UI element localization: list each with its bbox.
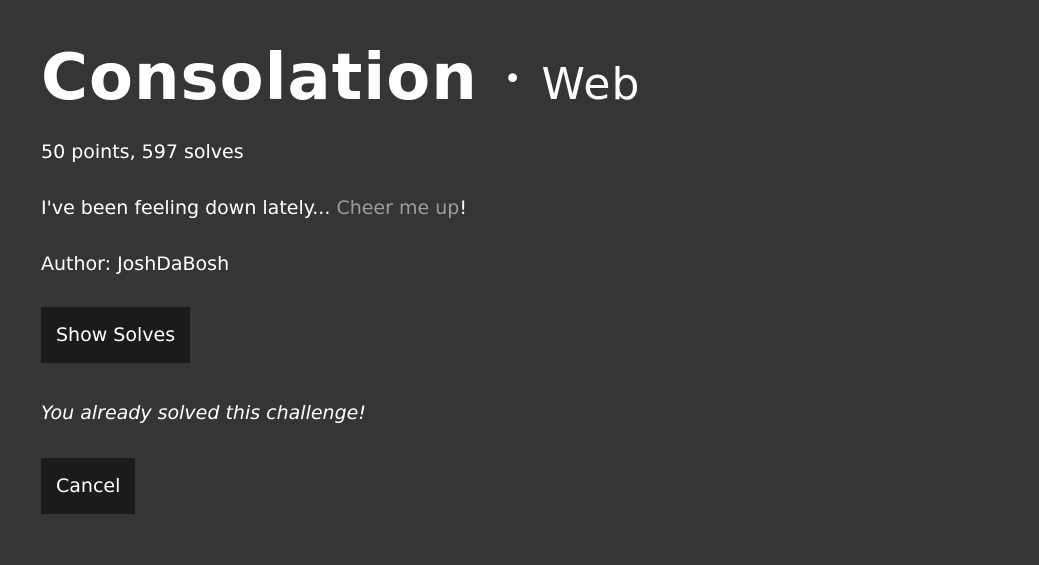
- challenge-category: Web: [541, 59, 641, 110]
- cancel-button[interactable]: Cancel: [41, 458, 136, 514]
- challenge-author: Author: JoshDaBosh: [41, 253, 230, 275]
- already-solved-message: You already solved this challenge!: [41, 402, 366, 424]
- description-suffix: !: [459, 197, 467, 219]
- challenge-description: I've been feeling down lately... Cheer m…: [41, 196, 1039, 220]
- description-text: I've been feeling down lately...: [41, 197, 337, 219]
- show-solves-button[interactable]: Show Solves: [41, 307, 191, 363]
- title-separator: •: [503, 62, 522, 97]
- challenge-title: Consolation: [41, 41, 478, 115]
- points-and-solves: 50 points, 597 solves: [41, 141, 244, 163]
- cheer-me-up-link[interactable]: Cheer me up: [336, 197, 459, 219]
- challenge-header: Consolation • Web: [41, 38, 1039, 118]
- challenge-panel: Consolation • Web 50 points, 597 solves …: [41, 38, 1039, 514]
